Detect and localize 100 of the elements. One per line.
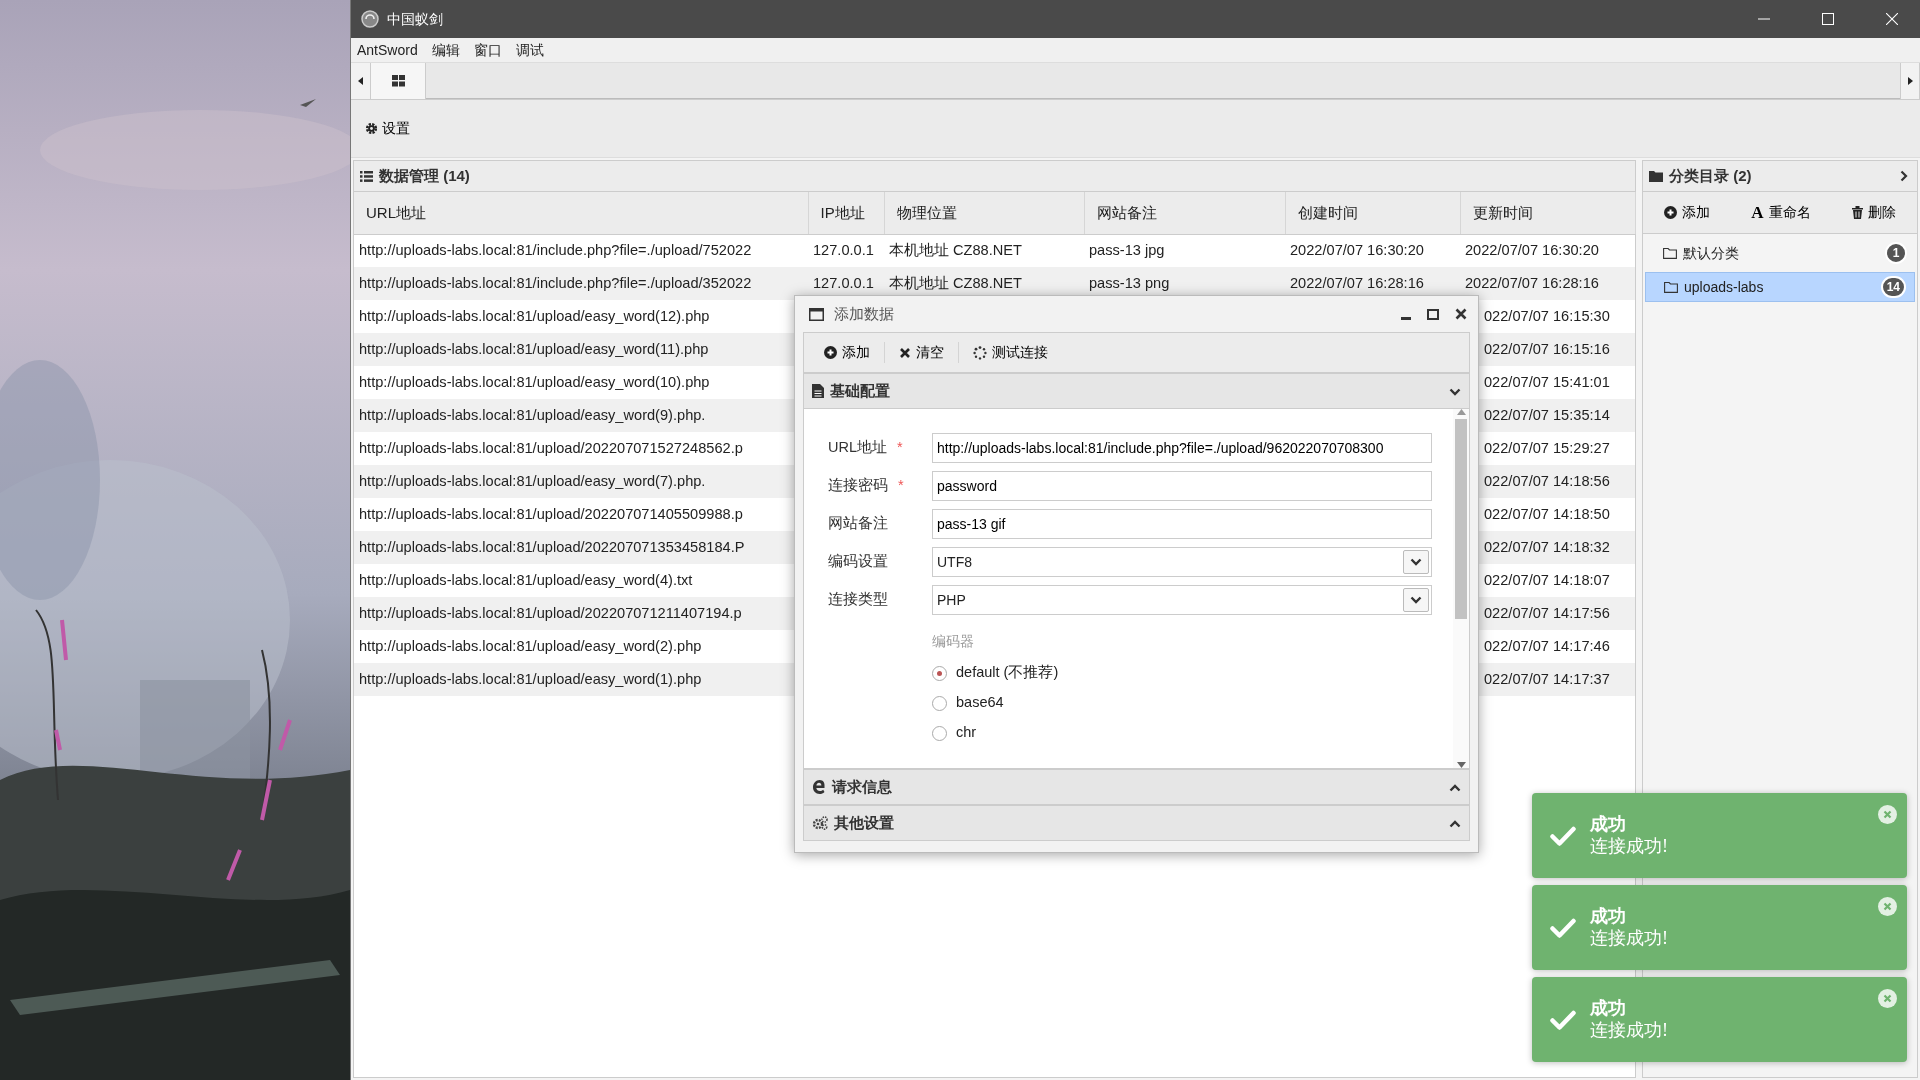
category-item[interactable]: 默认分类 1 (1645, 238, 1915, 268)
close-icon (1455, 308, 1467, 320)
minimize-icon (1401, 316, 1411, 320)
chevron-right-icon (1900, 170, 1908, 182)
section-header[interactable]: 其他设置 (803, 805, 1470, 841)
maximize-icon (1822, 13, 1834, 25)
spinner-icon (973, 345, 987, 360)
delete-button[interactable]: 删除 (1846, 202, 1903, 223)
category-name: uploads-labs (1684, 277, 1764, 297)
category-item[interactable]: uploads-labs 14 (1645, 272, 1915, 302)
close-icon (1878, 897, 1897, 916)
table-cell-text: 022/07/07 14:17:46 (1484, 636, 1610, 656)
menu-item[interactable]: AntSword (357, 39, 418, 61)
table-cell: http://uploads-labs.local:81/upload/easy_word(2).php (354, 630, 808, 663)
notification-title: 成功 (1590, 905, 1627, 928)
gears-icon (812, 816, 828, 830)
required-mark: * (898, 476, 904, 496)
table-cell-text: 022/07/07 14:17:37 (1484, 669, 1610, 689)
caret-right-icon (1907, 77, 1913, 85)
settings-icon (365, 122, 378, 135)
table-cell: 2022/07/07 16:28:16 (1460, 267, 1635, 300)
table-cell: 本机地址 CZ88.NET (884, 234, 1084, 267)
close-icon (1886, 13, 1898, 25)
folder-icon (1664, 281, 1678, 293)
clear-button[interactable]: 清空 (885, 342, 959, 363)
window-title: 中国蚁剑 (387, 9, 443, 29)
e-logo-icon (812, 780, 826, 794)
caret-down-icon (1410, 558, 1422, 566)
table-cell-text: 022/07/07 15:29:27 (1484, 438, 1610, 458)
font-icon: A (1751, 199, 1764, 226)
table-cell-text: 022/07/07 15:41:01 (1484, 372, 1610, 392)
section-header[interactable]: 请求信息 (803, 769, 1470, 805)
plus-circle-icon (824, 346, 837, 359)
table-cell-text: 022/07/07 16:15:30 (1484, 306, 1610, 326)
menu-item[interactable]: 调试 (515, 39, 544, 61)
close-icon (1878, 989, 1897, 1008)
dialog-title: 添加数据 (834, 303, 894, 324)
table-cell: 127.0.0.1 (808, 234, 884, 267)
column-header[interactable]: 创建时间 (1285, 192, 1460, 234)
scroll-right-button[interactable] (1900, 63, 1920, 99)
notification-title: 成功 (1590, 997, 1627, 1020)
grid-icon (391, 75, 405, 87)
notification-message: 连接成功! (1590, 835, 1668, 858)
table-cell-text: 022/07/07 14:17:56 (1484, 603, 1610, 623)
table-cell: 2022/07/07 16:30:20 (1285, 234, 1460, 267)
dropdown-field[interactable]: UTF8 (932, 547, 1432, 577)
table-cell: http://uploads-labs.local:81/upload/easy_word(12).php (354, 300, 808, 333)
input-field[interactable]: http://uploads-labs.local:81/include.php?file=./upload/962022070708300 (932, 433, 1432, 463)
list-icon (360, 170, 373, 182)
folder-icon (1663, 247, 1677, 259)
maximize-button[interactable] (1424, 308, 1442, 320)
scroll-left-button[interactable] (351, 63, 371, 99)
check-icon (1550, 825, 1576, 846)
table-cell: pass-13 jpg (1084, 234, 1285, 267)
count-badge: 14 (1880, 276, 1906, 298)
settings-button[interactable]: 设置 (365, 118, 410, 139)
field-label: 编码设置 (828, 552, 888, 572)
caret-left-icon (358, 77, 363, 85)
test-connection-button[interactable]: 测试连接 (959, 342, 1062, 363)
section-header[interactable]: 基础配置 (803, 373, 1470, 409)
chevron-down-icon (1449, 387, 1461, 396)
radio-button[interactable] (932, 665, 947, 681)
column-header[interactable]: 网站备注 (1084, 192, 1285, 234)
table-cell-text: 022/07/07 14:18:50 (1484, 504, 1610, 524)
panel-title: 数据管理 (14) (379, 165, 470, 186)
field-label: 连接类型 (828, 590, 888, 610)
input-field[interactable]: password (932, 471, 1432, 501)
rename-button[interactable]: A 重命名 (1745, 199, 1817, 226)
radio-button[interactable] (932, 695, 947, 711)
folder-icon (1649, 170, 1663, 182)
radio-label: default (不推荐) (956, 663, 1059, 683)
check-icon (1550, 917, 1576, 938)
table-cell: http://uploads-labs.local:81/include.php?file=./upload/352022 (354, 267, 808, 300)
table-cell-text: 022/07/07 14:18:07 (1484, 570, 1610, 590)
table-cell-text: 022/07/07 14:18:56 (1484, 471, 1610, 491)
group-label: 编码器 (932, 632, 975, 651)
table-cell-text: 022/07/07 16:15:16 (1484, 339, 1610, 359)
scrollbar[interactable] (1453, 409, 1469, 768)
add-button[interactable]: 添加 (1657, 202, 1716, 223)
column-header[interactable]: 物理位置 (884, 192, 1084, 234)
input-field[interactable]: pass-13 gif (932, 509, 1432, 539)
menu-item[interactable]: 窗口 (473, 39, 502, 61)
add-button[interactable]: 添加 (810, 342, 885, 363)
table-cell: http://uploads-labs.local:81/include.php?file=./upload/752022 (354, 234, 808, 267)
table-cell-text: 022/07/07 14:18:32 (1484, 537, 1610, 557)
app-logo-icon (361, 10, 379, 28)
table-cell-text: 022/07/07 15:35:14 (1484, 405, 1610, 425)
column-header[interactable]: IP地址 (808, 192, 884, 234)
tab[interactable] (371, 63, 426, 99)
column-header[interactable]: URL地址 (354, 192, 808, 234)
menu-item[interactable]: 编辑 (431, 39, 460, 61)
required-mark: * (897, 438, 903, 458)
radio-label: chr (956, 723, 977, 743)
maximize-icon (1427, 308, 1439, 320)
radio-label: base64 (956, 693, 1004, 713)
chevron-up-icon (1449, 783, 1461, 792)
panel-title: 分类目录 (2) (1669, 165, 1752, 186)
radio-button[interactable] (932, 725, 947, 741)
dropdown-field[interactable]: PHP (932, 585, 1432, 615)
column-header[interactable]: 更新时间 (1460, 192, 1635, 234)
